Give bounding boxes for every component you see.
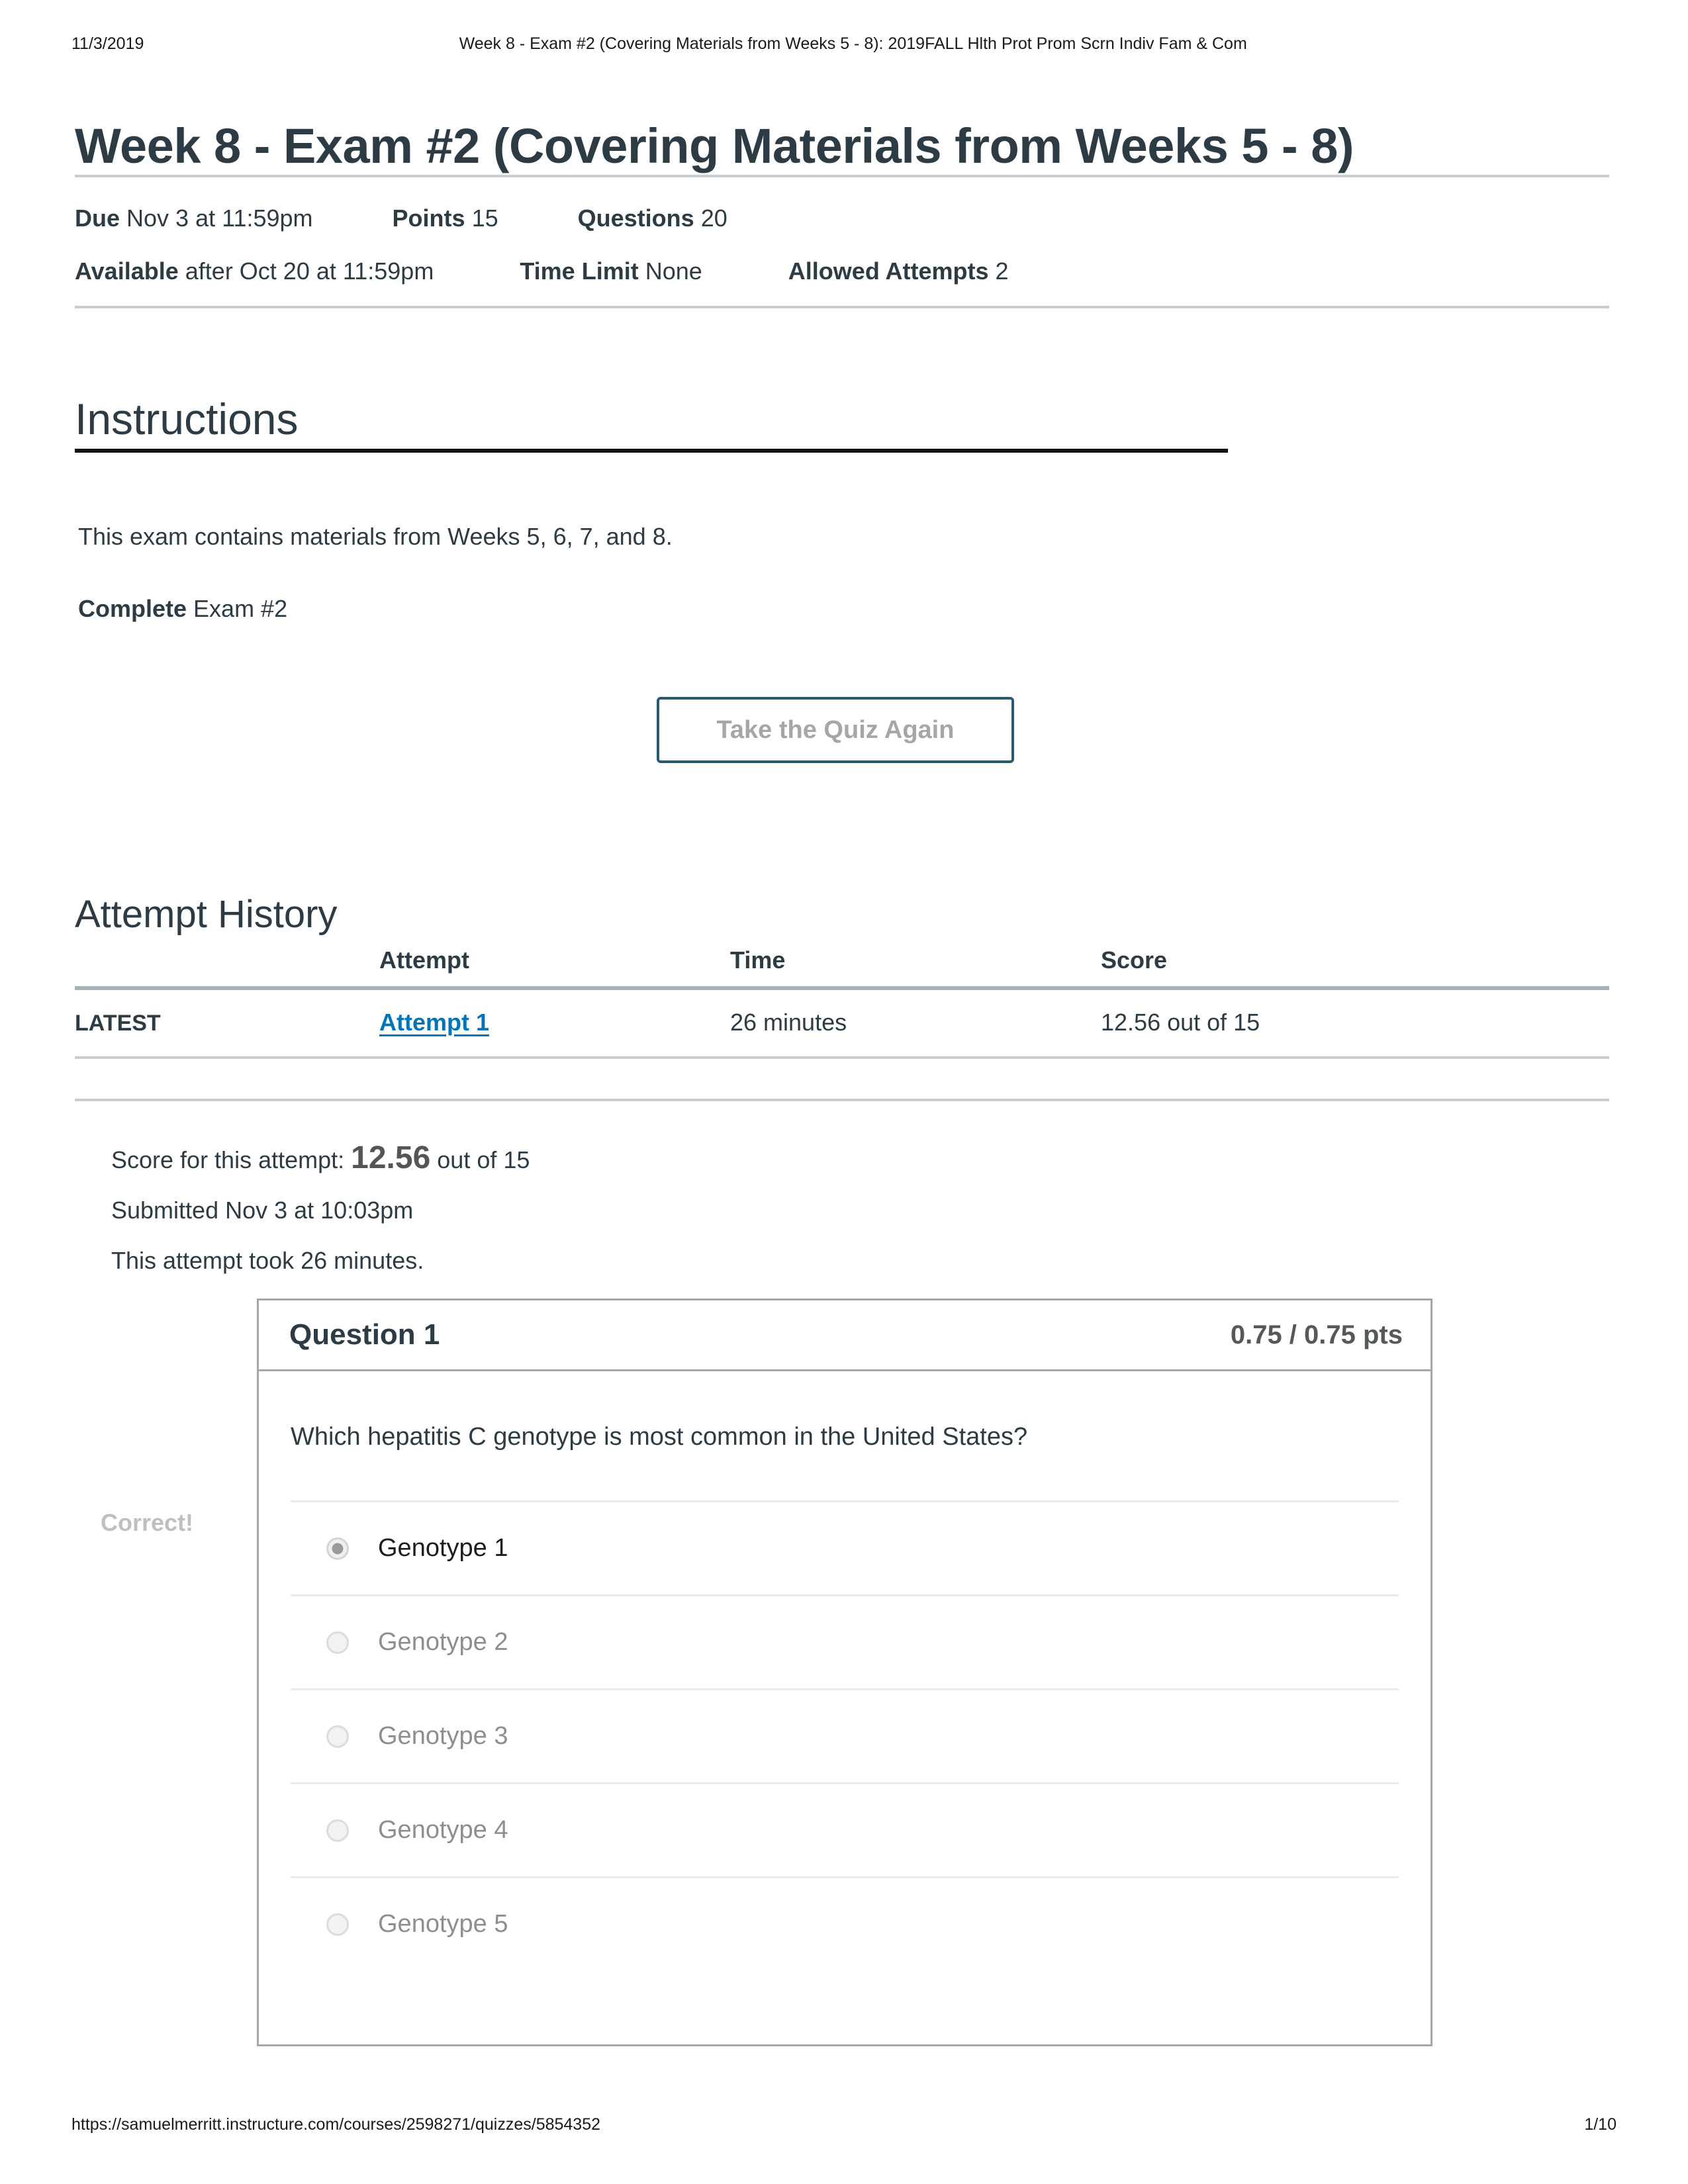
- instructions-paragraph: This exam contains materials from Weeks …: [78, 523, 673, 550]
- available-label: Available: [75, 257, 179, 285]
- score-suffix: out of 15: [430, 1146, 530, 1173]
- footer-page-number: 1/10: [1584, 2115, 1617, 2134]
- answer-label-1: Genotype 1: [378, 1534, 508, 1562]
- instructions-complete-label: Complete: [78, 595, 187, 622]
- attempt-history-body: LATEST Attempt 1 26 minutes 12.56 out of…: [75, 988, 1609, 1058]
- attempt-history-table: Attempt Time Score LATEST Attempt 1 26 m…: [75, 940, 1609, 1059]
- due-value: Nov 3 at 11:59pm: [126, 205, 313, 232]
- question-body: Which hepatitis C genotype is most commo…: [257, 1371, 1432, 2046]
- col-header-time: Time: [730, 946, 786, 974]
- instructions-complete-line: Complete Exam #2: [78, 595, 287, 623]
- attempt-summary: Score for this attempt: 12.56 out of 15 …: [111, 1133, 530, 1286]
- due-label: Due: [75, 205, 120, 232]
- question-points: 0.75 / 0.75 pts: [1230, 1320, 1403, 1349]
- radio-selected-icon[interactable]: [326, 1537, 349, 1560]
- footer-url: https://samuelmerritt.instructure.com/co…: [71, 2115, 601, 2134]
- allowed-attempts-label: Allowed Attempts: [788, 257, 989, 285]
- cell-latest-badge: LATEST: [75, 988, 379, 1058]
- score-value: 12.56: [351, 1140, 431, 1175]
- answer-label-4: Genotype 4: [378, 1816, 508, 1844]
- take-quiz-again-button[interactable]: Take the Quiz Again: [657, 697, 1014, 763]
- print-date: 11/3/2019: [71, 34, 144, 53]
- answer-label-5: Genotype 5: [378, 1910, 508, 1938]
- col-header-score: Score: [1101, 946, 1168, 974]
- attempt-1-link[interactable]: Attempt 1: [379, 1009, 489, 1036]
- print-header: 11/3/2019 Week 8 - Exam #2 (Covering Mat…: [0, 34, 1688, 54]
- radio-unselected-icon[interactable]: [326, 1725, 349, 1748]
- available-value: after Oct 20 at 11:59pm: [185, 257, 434, 285]
- attempt-history-head: Attempt Time Score: [75, 940, 1609, 988]
- attempt-score-line: Score for this attempt: 12.56 out of 15: [111, 1133, 530, 1185]
- answer-label-2: Genotype 2: [378, 1628, 508, 1656]
- cell-time: 26 minutes: [730, 1009, 847, 1036]
- page-title: Week 8 - Exam #2 (Covering Materials fro…: [75, 118, 1354, 173]
- questions-value: 20: [700, 205, 727, 232]
- instructions-underline: [75, 449, 1228, 453]
- divider-top: [75, 175, 1609, 177]
- answer-list: Genotype 1 Genotype 2 Genotype 3 Genotyp…: [259, 1500, 1430, 1970]
- quiz-meta-row-1: Due Nov 3 at 11:59pm Points 15 Questions…: [75, 192, 1609, 245]
- radio-unselected-icon[interactable]: [326, 1631, 349, 1654]
- attempt-duration-line: This attempt took 26 minutes.: [111, 1247, 424, 1274]
- points-value: 15: [471, 205, 498, 232]
- cell-score: 12.56 out of 15: [1101, 1009, 1260, 1036]
- question-header: Question 1 0.75 / 0.75 pts: [257, 1298, 1432, 1371]
- radio-unselected-icon[interactable]: [326, 1819, 349, 1842]
- col-header-blank: [75, 940, 379, 988]
- answer-option-3[interactable]: Genotype 3: [291, 1688, 1399, 1782]
- latest-badge: LATEST: [75, 1011, 161, 1036]
- question-correct-flag: Correct!: [101, 1509, 194, 1536]
- quiz-meta: Due Nov 3 at 11:59pm Points 15 Questions…: [75, 192, 1609, 298]
- attempt-history-heading: Attempt History: [75, 893, 338, 936]
- time-limit-value: None: [645, 257, 702, 285]
- quiz-meta-row-2: Available after Oct 20 at 11:59pm Time L…: [75, 245, 1609, 298]
- question-text: Which hepatitis C genotype is most commo…: [291, 1423, 1028, 1451]
- question-name: Question 1: [289, 1318, 440, 1351]
- instructions-heading: Instructions: [75, 394, 299, 443]
- points-label: Points: [392, 205, 465, 232]
- answer-label-3: Genotype 3: [378, 1722, 508, 1750]
- answer-option-2[interactable]: Genotype 2: [291, 1594, 1399, 1688]
- answer-option-5[interactable]: Genotype 5: [291, 1876, 1399, 1970]
- table-row: LATEST Attempt 1 26 minutes 12.56 out of…: [75, 988, 1609, 1058]
- col-header-attempt: Attempt: [379, 946, 469, 974]
- instructions-complete-value: Exam #2: [187, 595, 288, 622]
- attempt-submitted-line: Submitted Nov 3 at 10:03pm: [111, 1197, 414, 1224]
- answer-option-4[interactable]: Genotype 4: [291, 1782, 1399, 1876]
- cell-attempt: Attempt 1: [379, 988, 730, 1058]
- score-prefix: Score for this attempt:: [111, 1146, 352, 1173]
- question-block: Question 1 0.75 / 0.75 pts Which hepatit…: [257, 1298, 1432, 2046]
- radio-unselected-icon[interactable]: [326, 1913, 349, 1936]
- print-page-title: Week 8 - Exam #2 (Covering Materials fro…: [459, 34, 1247, 53]
- questions-label: Questions: [577, 205, 694, 232]
- time-limit-label: Time Limit: [520, 257, 639, 285]
- answer-option-1[interactable]: Genotype 1: [291, 1500, 1399, 1594]
- allowed-attempts-value: 2: [995, 257, 1009, 285]
- divider-meta: [75, 306, 1609, 308]
- table-header-row: Attempt Time Score: [75, 940, 1609, 988]
- divider-after-history: [75, 1099, 1609, 1101]
